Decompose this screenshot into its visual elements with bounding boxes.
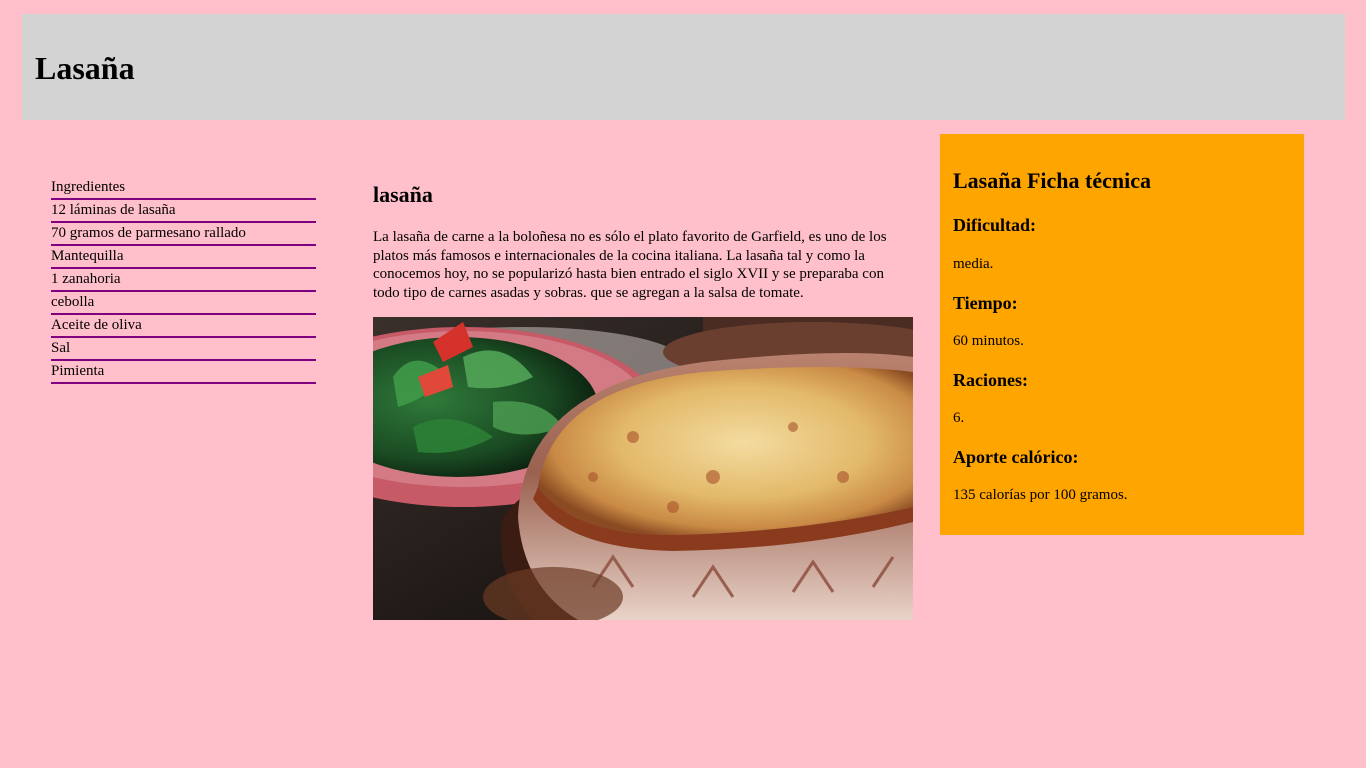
lasagna-photo [373, 317, 913, 620]
technical-sheet-title: Lasaña Ficha técnica [953, 168, 1151, 193]
ingredient-item-lasagna-sheets: 12 láminas de lasaña [51, 200, 316, 223]
ingredient-item-parmesan: 70 gramos de parmesano rallado [51, 223, 316, 246]
time-value: 60 minutos. [953, 333, 1024, 349]
time-label: Tiempo: [953, 293, 1018, 313]
ingredient-item-pepper: Pimienta [51, 361, 316, 384]
recipe-article: lasaña La lasaña de carne a la boloñesa … [373, 180, 913, 620]
ingredients-list: Ingredientes 12 láminas de lasaña 70 gra… [51, 177, 316, 384]
difficulty-label: Dificultad: [953, 215, 1036, 235]
page-header: Lasaña [22, 14, 1345, 120]
difficulty-value: media. [953, 256, 994, 272]
article-paragraph: La lasaña de carne a la boloñesa no es s… [373, 229, 887, 301]
ingredient-item-butter: Mantequilla [51, 246, 316, 269]
calories-label: Aporte calórico: [953, 447, 1079, 467]
lasagna-photo-illustration [373, 317, 913, 620]
ingredient-item-salt: Sal [51, 338, 316, 361]
ingredient-item-onion: cebolla [51, 292, 316, 315]
ingredients-heading: Ingredientes [51, 177, 316, 200]
servings-value: 6. [953, 410, 965, 426]
ingredient-item-carrot: 1 zanahoria [51, 269, 316, 292]
ingredient-item-olive-oil: Aceite de oliva [51, 315, 316, 338]
technical-sheet: Lasaña Ficha técnica Dificultad: media. … [940, 134, 1304, 535]
page-title: Lasaña [35, 50, 135, 86]
article-title: lasaña [373, 182, 433, 207]
servings-label: Raciones: [953, 370, 1028, 390]
calories-value: 135 calorías por 100 gramos. [953, 487, 1128, 503]
